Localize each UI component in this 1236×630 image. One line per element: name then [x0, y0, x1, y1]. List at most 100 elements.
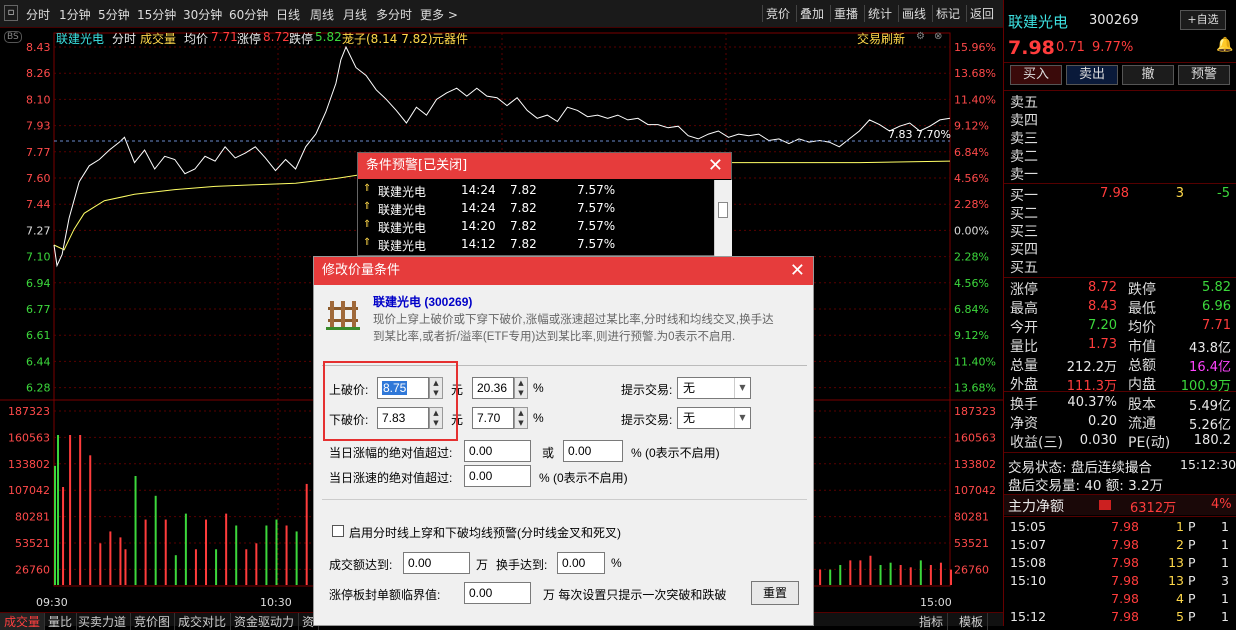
stat-value: 212.2万 — [1066, 360, 1117, 375]
price-change-pct: 9.77% — [1092, 40, 1134, 55]
stat-label: 最高 — [1010, 301, 1038, 317]
tab-volume[interactable]: 成交量 — [0, 613, 46, 630]
settings-icon[interactable]: ⚙ — [916, 31, 925, 42]
tab-deal-compare[interactable]: 成交对比 — [174, 613, 232, 630]
tick-count: 1 — [1221, 537, 1229, 552]
tab-more[interactable]: 更多 > — [420, 6, 458, 23]
tab-1min[interactable]: 1分钟 — [59, 6, 91, 23]
lower-pct-stepper[interactable]: ▲ ▼ — [514, 407, 528, 429]
stat-label: 净资 — [1010, 416, 1038, 432]
tab-auction-chart[interactable]: 竞价图 — [130, 613, 176, 630]
amp-note: % (0表示不启用) — [631, 446, 720, 460]
scrollbar[interactable] — [714, 180, 732, 256]
auction-button[interactable]: 竞价 — [762, 5, 793, 22]
tab-30min[interactable]: 30分钟 — [183, 6, 222, 23]
volume-bar — [174, 555, 177, 585]
mark-button[interactable]: 标记 — [932, 5, 963, 22]
tab-15min[interactable]: 15分钟 — [137, 6, 176, 23]
overlay-button[interactable]: 叠加 — [796, 5, 827, 22]
alert-row[interactable]: ⇑ 联建光电 14:24 7.82 7.57% — [358, 200, 713, 218]
volume-bar — [295, 531, 298, 585]
volume-bar — [285, 525, 288, 585]
tab-monthly[interactable]: 月线 — [343, 6, 367, 23]
close-icon[interactable]: ✕ — [790, 257, 805, 285]
price-tick-label: 6.44 — [26, 355, 51, 368]
dialog-title[interactable]: 修改价量条件 ✕ — [314, 257, 813, 285]
bs-icon[interactable]: BS — [4, 31, 22, 43]
replay-button[interactable]: 重播 — [830, 5, 861, 22]
buy-level-label: 买三 — [1010, 224, 1038, 240]
tick-type: P — [1188, 537, 1196, 552]
tab-5min[interactable]: 5分钟 — [98, 6, 130, 23]
stat-value: 0.20 — [1088, 414, 1117, 429]
volume-tick-label: 26760 — [954, 563, 989, 576]
sell-button[interactable]: 卖出 — [1066, 65, 1118, 85]
seal-input[interactable]: 0.00 — [464, 582, 531, 604]
alert-row[interactable]: ⇑ 联建光电 14:24 7.82 7.57% — [358, 182, 713, 200]
trade-refresh[interactable]: 交易刷新 — [857, 30, 905, 47]
tick-time: 15:05 — [1010, 519, 1047, 534]
speed-input[interactable]: 0.00 — [464, 465, 531, 487]
box-icon[interactable]: ▫ — [4, 5, 18, 21]
amp-input-2[interactable]: 0.00 — [563, 440, 623, 462]
tab-daily[interactable]: 日线 — [276, 6, 300, 23]
volume-bar — [859, 560, 862, 585]
tab-capital-drive[interactable]: 资金驱动力 — [230, 613, 300, 630]
close-icon[interactable]: ✕ — [708, 153, 723, 179]
draw-button[interactable]: 画线 — [898, 5, 929, 22]
hint-trade-select[interactable]: 无 ▼ — [677, 407, 751, 429]
volume-bar — [154, 495, 157, 585]
turnover-label: 换手达到: — [496, 558, 548, 572]
alert-button[interactable]: 预警 — [1178, 65, 1230, 85]
time-tick-label: 10:30 — [260, 596, 292, 609]
dialog-title-text: 修改价量条件 — [322, 263, 401, 278]
stat-label: 跌停 — [1128, 282, 1156, 298]
tick-count: 1 — [1221, 555, 1229, 570]
tick-time: 15:08 — [1010, 555, 1047, 570]
upper-pct-stepper[interactable]: ▲ ▼ — [514, 377, 528, 399]
tab-volume-ratio[interactable]: 量比 — [44, 613, 78, 630]
tick-count: 3 — [1221, 573, 1229, 588]
turnover-input[interactable]: 0.00 — [557, 552, 605, 574]
alert-arrow-icon: ⇑ — [363, 201, 372, 212]
tab-fenshi[interactable]: 分时 — [26, 6, 50, 23]
amp-input[interactable]: 0.00 — [464, 440, 531, 462]
back-button[interactable]: 返回 — [966, 5, 997, 22]
seal-label: 涨停板封单额临界值: — [329, 588, 441, 602]
main-flow-row[interactable]: 主力净额 6312万 4% — [1004, 495, 1236, 516]
stat-label: 总量 — [1010, 358, 1038, 374]
tab-buy-sell-force[interactable]: 买卖力道 — [74, 613, 132, 630]
lower-pct-input[interactable]: 7.70 — [472, 407, 514, 429]
upper-pct-input[interactable]: 20.36 — [472, 377, 514, 399]
reset-button[interactable]: 重置 — [751, 581, 799, 605]
bell-icon[interactable]: 🔔 — [1216, 37, 1233, 53]
volume-bar — [929, 564, 932, 585]
hint-trade-value: 无 — [683, 411, 696, 425]
tab-60min[interactable]: 60分钟 — [229, 6, 268, 23]
tick-volume: 4 — [1176, 591, 1184, 606]
indicator-button[interactable]: 指标 — [915, 613, 949, 630]
amount-input[interactable]: 0.00 — [403, 552, 470, 574]
price-tick-label: 8.26 — [26, 67, 51, 80]
cancel-order-button[interactable]: 撤 — [1122, 65, 1174, 85]
time-tick-label: 09:30 — [36, 596, 68, 609]
close-icon[interactable]: ⊗ — [934, 31, 942, 42]
tab-multi[interactable]: 多分时 — [376, 6, 412, 23]
stat-value: 5.26亿 — [1189, 418, 1231, 433]
stat-label: 收益(三) — [1010, 435, 1063, 451]
alert-window-title[interactable]: 条件预警[已关闭] ✕ — [358, 153, 731, 179]
pct-tick-label: 6.84% — [954, 146, 989, 159]
cross-checkbox[interactable] — [332, 525, 344, 537]
template-button[interactable]: 模板 — [955, 613, 989, 630]
add-favorite-button[interactable]: +自选 — [1180, 10, 1226, 30]
avg-label: 均价 — [184, 32, 209, 46]
alert-row[interactable]: ⇑ 联建光电 14:12 7.82 7.57% — [358, 236, 713, 254]
volume-tick-label: 107042 — [954, 484, 996, 497]
hint-trade-select[interactable]: 无 ▼ — [677, 377, 751, 399]
buy-level-label: 买一 — [1010, 188, 1038, 204]
buy-button[interactable]: 买入 — [1010, 65, 1062, 85]
tab-weekly[interactable]: 周线 — [310, 6, 334, 23]
scroll-thumb[interactable] — [718, 202, 728, 218]
stats-button[interactable]: 统计 — [864, 5, 895, 22]
alert-row[interactable]: ⇑ 联建光电 14:20 7.82 7.57% — [358, 218, 713, 236]
